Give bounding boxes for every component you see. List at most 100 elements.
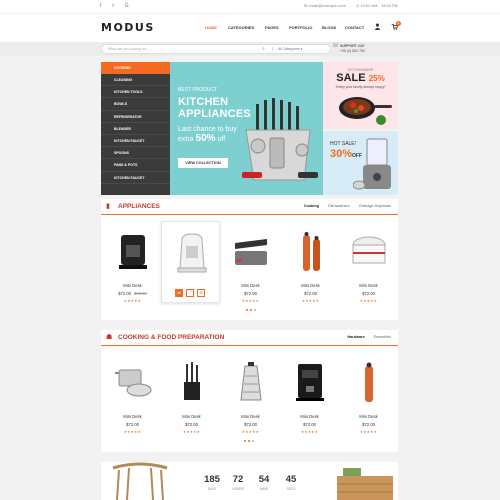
carousel-dot[interactable] — [252, 440, 254, 442]
grater-image — [240, 362, 262, 401]
pepper-mill-image — [303, 232, 320, 271]
crate-image — [337, 468, 393, 500]
carousel-dot[interactable] — [246, 309, 248, 311]
sale-banner[interactable]: KITCHENWARE SALE 25% "Keep your family a… — [323, 62, 398, 129]
cooking-products: Mini Desk $72.00 ★★★★★ Mini Desk $72.00 … — [101, 352, 398, 447]
twitter-icon[interactable]: t — [112, 3, 113, 9]
pepper-grinder-image — [365, 362, 373, 402]
hero-desc-prefix: extra — [178, 136, 194, 143]
nav-pages[interactable]: PAGES — [265, 25, 289, 30]
search-bar[interactable]: What are you looking for... ⌕ All Catego… — [101, 44, 331, 54]
product-name[interactable]: Mini Desk — [339, 283, 398, 288]
tab-garbage-disposals[interactable]: Garbage Disposals — [359, 204, 391, 208]
tab-dishwashers[interactable]: Dishwashers — [328, 204, 350, 208]
chair-image — [112, 462, 168, 500]
appliances-section: ▮ APPLIANCES Cooking Dishwashers Garbage… — [101, 199, 398, 320]
product-name[interactable]: Mini Desk — [280, 414, 339, 419]
cooking-header: ☗ COOKING & FOOD PREPARATION Hardware Es… — [101, 330, 398, 346]
nav-blogs[interactable]: BLOGS — [322, 25, 345, 30]
product-card-featured[interactable]: ⇄ ♡ ⊕ — [161, 221, 220, 303]
product-price-value: $72.00 — [118, 291, 131, 296]
sidebar-item-pans-pots[interactable]: PANS & POTS — [101, 159, 170, 172]
product-name[interactable]: Mini Desk — [162, 414, 221, 419]
search-input[interactable]: What are you looking for... — [108, 47, 149, 51]
sidebar-item-bowls[interactable]: BOWLS — [101, 98, 170, 111]
knife-set-image — [242, 98, 318, 181]
hero-desc-percent: 50% — [195, 133, 216, 144]
sidebar-item-kitchen-faucet-2[interactable]: KITCHEN FAUCET — [101, 172, 170, 184]
carousel-dot[interactable] — [254, 309, 256, 311]
sidebar-item-kitchen-faucet[interactable]: KITCHEN FAUCET — [101, 135, 170, 148]
tab-cooking[interactable]: Cooking — [304, 204, 319, 208]
rating-stars: ★★★★★ — [300, 430, 319, 434]
top-hours: ◷ 10:00 AM - 18:00 PM — [355, 3, 398, 8]
sidebar-item-cleaning[interactable]: CLEANING — [101, 74, 170, 87]
google-icon[interactable]: G — [125, 3, 129, 9]
pot-icon: ☗ — [106, 334, 113, 341]
support-phone[interactable]: +08 (0) 852 780 — [340, 49, 365, 54]
countdown-mins-label: MINS — [260, 487, 268, 491]
top-bar: f t G ✉ email@example.com ◷ 10:00 AM - 1… — [0, 0, 500, 14]
carousel-dot[interactable] — [250, 309, 252, 311]
nav-portfolio[interactable]: PORTFOLIO — [289, 25, 322, 30]
phone-icon: ☏ — [332, 43, 340, 49]
product-name[interactable]: Mini Desk — [221, 283, 280, 288]
sale-word: SALE — [336, 72, 366, 84]
rating-stars: ★★★★★ — [182, 430, 201, 434]
utensil-holder-image — [184, 362, 200, 400]
carousel-dots[interactable] — [244, 440, 254, 442]
support-label: SUPPORT 24/7 — [340, 44, 365, 48]
pan-image — [339, 97, 392, 125]
grill-image — [235, 239, 267, 265]
top-email[interactable]: ✉ email@example.com — [304, 3, 346, 8]
sidebar-item-blender[interactable]: BLENDER — [101, 123, 170, 135]
tab-hardware[interactable]: Hardware — [347, 335, 364, 339]
quick-view-button[interactable]: ⊕ — [197, 289, 205, 297]
product-name[interactable]: Mini Desk — [103, 283, 162, 288]
sale-title: SALE 25% — [323, 72, 398, 84]
nav-contact[interactable]: CONTACT — [345, 25, 370, 30]
main-nav: HOME CATEGORIES PAGES PORTFOLIO BLOGS CO… — [205, 25, 370, 30]
sidebar-heading[interactable]: COOKING — [101, 62, 170, 74]
logo[interactable]: MODUS — [101, 21, 155, 34]
product-name[interactable]: Mini Desk — [281, 283, 340, 288]
carousel-dot[interactable] — [244, 440, 246, 442]
sidebar-item-refrigerator[interactable]: REFRIGERATOR — [101, 111, 170, 123]
countdown-hours: 72 HOURS — [226, 474, 250, 491]
user-icon[interactable] — [374, 23, 381, 32]
nav-home[interactable]: HOME — [205, 25, 228, 30]
countdown-days-value: 185 — [204, 474, 220, 485]
product-name[interactable]: Mini Desk — [339, 414, 398, 419]
hero-desc-line2: extra 50% off — [178, 134, 237, 144]
carousel-dot[interactable] — [248, 440, 250, 442]
pot-set-image — [115, 369, 152, 397]
cooking-section: ☗ COOKING & FOOD PREPARATION Hardware Es… — [101, 330, 398, 452]
product-price: $72.00 $90.00 — [103, 291, 162, 296]
search-icon[interactable]: ⌕ — [262, 46, 265, 52]
product-price: $72.00 — [244, 291, 257, 296]
product-name[interactable]: Mini Desk — [103, 414, 162, 419]
nav-categories[interactable]: CATEGORIES — [228, 25, 265, 30]
wishlist-button[interactable]: ♡ — [186, 289, 194, 297]
top-contact: ✉ email@example.com ◷ 10:00 AM - 18:00 P… — [304, 3, 398, 8]
tab-essentials[interactable]: Essentials — [374, 335, 391, 339]
view-collection-button[interactable]: VIEW COLLECTION — [178, 158, 228, 168]
compare-button[interactable]: ⇄ — [175, 289, 183, 297]
product-old-price: $90.00 — [134, 291, 147, 296]
hot-sale-banner[interactable]: HOT SALE! 30%OFF — [323, 131, 398, 195]
espresso-machine-image — [296, 364, 324, 401]
sidebar-item-spoons[interactable]: SPOONS — [101, 147, 170, 160]
countdown-days: 185 DAYS — [200, 474, 224, 491]
sale-percent: 25% — [368, 74, 385, 83]
countdown-secs-value: 45 — [285, 474, 297, 485]
product-name[interactable]: Mini Desk — [221, 414, 280, 419]
sidebar-item-kitchen-tools[interactable]: KITCHEN TOOLS — [101, 86, 170, 99]
carousel-dots[interactable] — [246, 309, 256, 311]
category-select[interactable]: All Categories ▾ — [272, 47, 330, 51]
support-info: ☏ SUPPORT 24/7 +08 (0) 852 780 — [332, 43, 365, 54]
countdown-hours-label: HOURS — [232, 487, 244, 491]
facebook-icon[interactable]: f — [100, 3, 101, 9]
cart-icon[interactable]: 0 — [391, 21, 401, 32]
countdown-days-label: DAYS — [207, 487, 217, 491]
rating-stars: ★★★★★ — [123, 299, 142, 303]
